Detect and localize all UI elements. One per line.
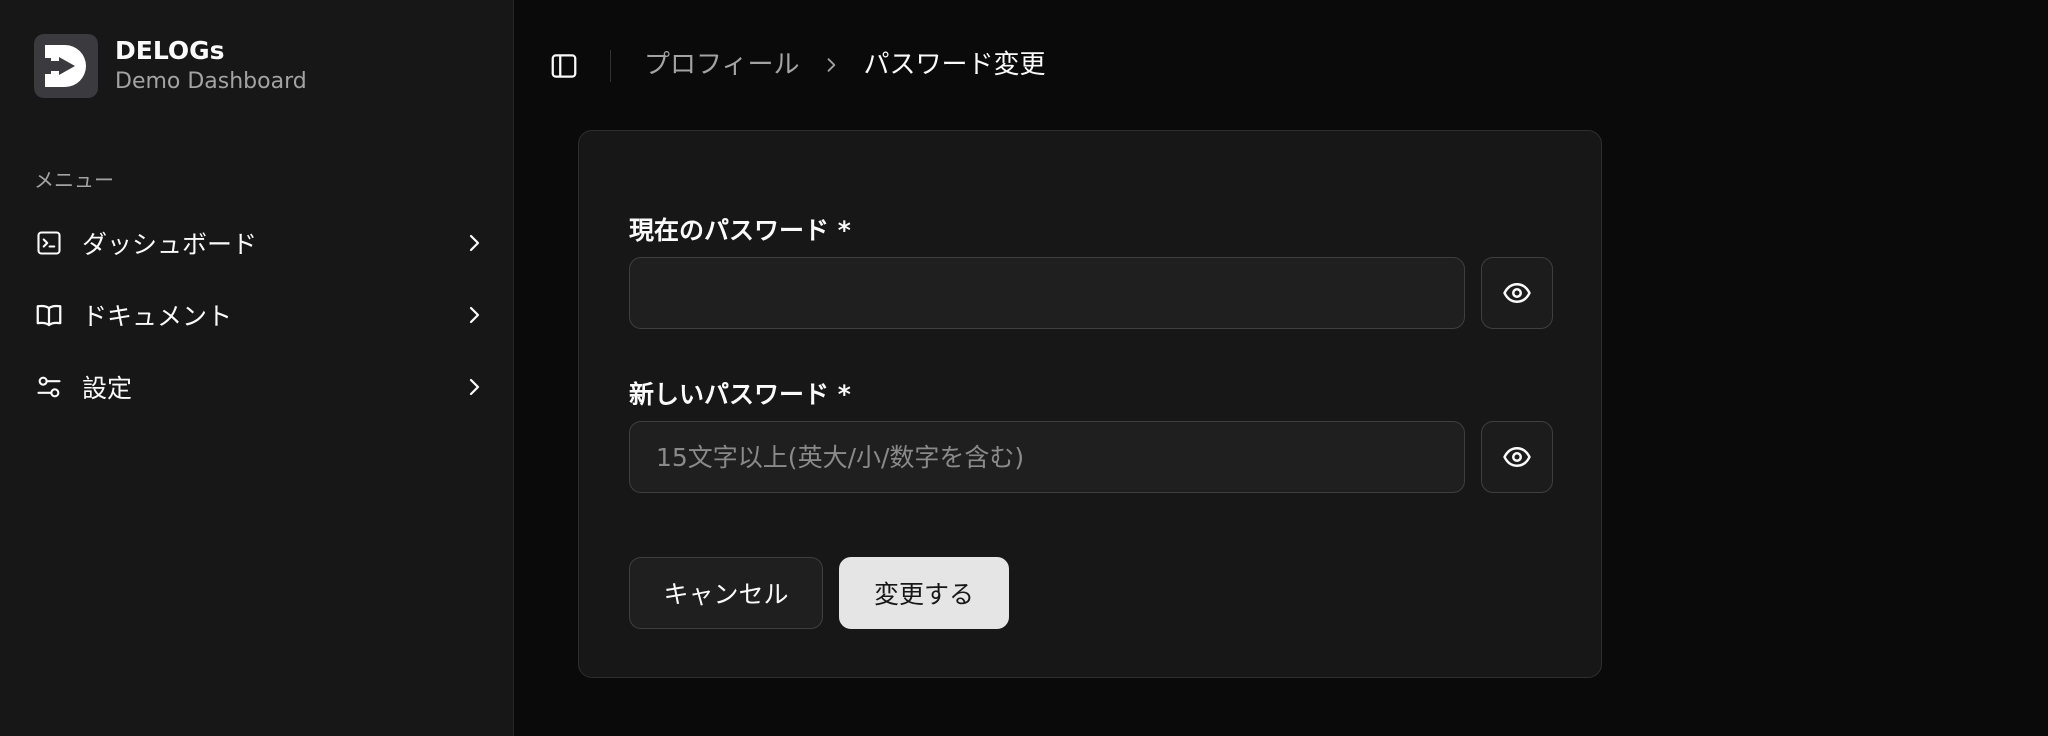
- sidebar-toggle-button[interactable]: [548, 50, 580, 82]
- current-password-label: 現在のパスワード *: [629, 216, 851, 245]
- change-password-submit-button[interactable]: 変更する: [839, 557, 1009, 629]
- divider: [610, 50, 611, 82]
- breadcrumb: プロフィール パスワード変更: [644, 46, 1046, 84]
- sidebar-item-label: ダッシュボード: [82, 230, 258, 259]
- menu-section-label: メニュー: [34, 168, 114, 192]
- current-password-input[interactable]: [629, 257, 1465, 329]
- sidebar-item-settings[interactable]: 設定: [34, 358, 480, 416]
- cancel-button[interactable]: キャンセル: [629, 557, 823, 629]
- new-password-label: 新しいパスワード *: [629, 380, 851, 409]
- sidebar-nav: ダッシュボード ドキュメント 設定: [34, 214, 480, 430]
- brand-subtitle: Demo Dashboard: [115, 69, 307, 94]
- toggle-new-password-visibility-button[interactable]: [1481, 421, 1553, 493]
- book-icon: [34, 300, 64, 330]
- chevron-right-icon: [821, 55, 841, 75]
- sidebar-item-documents[interactable]: ドキュメント: [34, 286, 480, 344]
- terminal-icon: [34, 228, 64, 258]
- delogs-logo-icon: [34, 34, 98, 98]
- toggle-current-password-visibility-button[interactable]: [1481, 257, 1553, 329]
- breadcrumb-link-profile[interactable]: プロフィール: [644, 46, 799, 84]
- panel-left-icon: [551, 54, 577, 78]
- eye-icon: [1503, 447, 1531, 467]
- settings-sliders-icon: [34, 372, 64, 402]
- chevron-right-icon: [462, 375, 486, 399]
- sidebar-item-dashboard[interactable]: ダッシュボード: [34, 214, 480, 272]
- sidebar-item-label: 設定: [82, 374, 133, 403]
- eye-icon: [1503, 283, 1531, 303]
- chevron-right-icon: [462, 231, 486, 255]
- password-change-card: 現在のパスワード * 新しいパスワード * キャンセル 変更する: [578, 130, 1602, 678]
- topbar: プロフィール パスワード変更: [514, 0, 2048, 130]
- sidebar: DELOGs Demo Dashboard メニュー ダッシュボード ドキュメン…: [0, 0, 514, 736]
- chevron-right-icon: [462, 303, 486, 327]
- sidebar-item-label: ドキュメント: [82, 302, 233, 331]
- app: DELOGs Demo Dashboard メニュー ダッシュボード ドキュメン…: [0, 0, 2048, 736]
- breadcrumb-current-page: パスワード変更: [863, 50, 1046, 80]
- brand[interactable]: DELOGs Demo Dashboard: [34, 34, 307, 98]
- new-password-input[interactable]: [629, 421, 1465, 493]
- brand-name: DELOGs: [115, 36, 225, 65]
